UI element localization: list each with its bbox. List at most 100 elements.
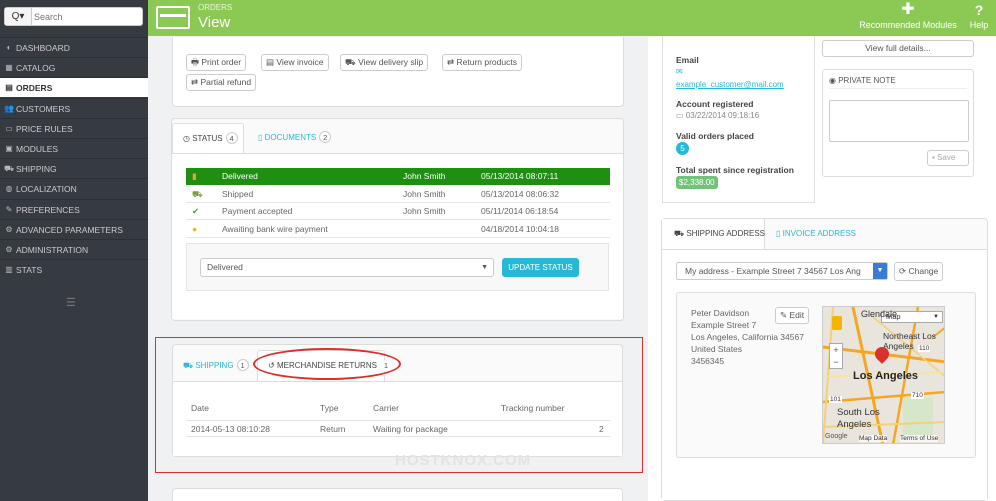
tab-invoice-address[interactable]: ▯ INVOICE ADDRESS [776,219,856,249]
print-order-button[interactable]: 🖶 Print order [186,54,247,71]
google-logo: Google [825,433,848,440]
update-status-button[interactable]: UPDATE STATUS [502,258,579,277]
sidebar-item-dashboard[interactable]: ◐ DASHBOARD [0,37,148,57]
sidebar-item-localization[interactable]: ◍ LOCALIZATION [0,178,148,198]
sidebar-item-orders[interactable]: ▤ ORDERS [0,77,148,98]
map-label-glendale: Glendale [861,309,898,319]
sidebar-item-label: PRICE RULES [16,123,73,134]
order-actions-panel: 🖶 Print order ▤ View invoice ⛟ View deli… [172,37,624,107]
address-select[interactable]: My address - Example Street 7 34567 Los … [676,262,888,280]
view-invoice-button[interactable]: ▤ View invoice [261,54,329,71]
edit-address-button[interactable]: ✎ Edit [775,307,810,324]
map-data-link[interactable]: Map Data [859,435,888,442]
chevron-down-icon: ▼ [481,264,488,271]
sidebar-item-modules[interactable]: ▣ MODULES [0,138,148,158]
top-header: ORDERS View ✚ Recommended Modules ? Help [148,0,996,36]
status-employee: John Smith [403,206,446,217]
collapse-menu-icon[interactable]: ☰ [66,296,76,309]
search-options-button[interactable]: Q▾ [5,8,32,25]
chevron-down-icon: ▼ [873,263,887,279]
table-row: ✔ Payment accepted John Smith 05/11/2014 06… [186,203,610,221]
sidebar-item-label: PREFERENCES [16,204,80,215]
address-phone: 3456345 [691,356,725,366]
sidebar-item-label: DASHBOARD [16,43,70,53]
partial-refund-button[interactable]: ⇄ Partial refund [186,74,257,91]
customers-icon: 👥 [4,103,14,113]
search-box: Q▾ [4,7,143,26]
shipping-icon: ⛟ [3,164,15,174]
status-name: Awaiting bank wire payment [222,224,328,235]
status-date: 04/18/2014 10:04:18 [481,224,559,235]
check-icon: ✔ [192,206,200,217]
sidebar-item-advanced-parameters[interactable]: ⚙ ADVANCED PARAMETERS [0,218,148,239]
sidebar-item-label: MODULES [16,144,59,154]
zoom-controls[interactable]: + − [829,343,843,369]
valid-orders-badge: 5 [676,142,689,155]
truck-icon: ⛟ [674,229,685,238]
total-spent-label: Total spent since registration [676,165,794,175]
view-full-details-button[interactable]: View full details... [822,40,974,57]
search-input[interactable] [34,8,142,25]
private-note-title: ◉ PRIVATE NOTE [829,76,896,85]
table-row: ● Awaiting bank wire payment 04/18/2014 10… [186,221,610,239]
modules-icon: ▣ [5,144,13,153]
tab-status[interactable]: ◷ STATUS 4 [172,123,244,154]
status-select[interactable]: Delivered ▼ [200,258,494,277]
envelope-icon: ✉ [676,67,683,76]
status-employee: John Smith [403,188,446,199]
sidebar-item-preferences[interactable]: ✎ PREFERENCES [0,198,148,219]
sidebar-item-administration[interactable]: ⚙ ADMINISTRATION [0,239,148,259]
map-terms-link[interactable]: Terms of Use [900,435,939,442]
truck-icon: ⛟ [192,188,203,199]
clock-icon: ◷ [183,134,190,143]
sidebar-item-price-rules[interactable]: ▭ PRICE RULES [0,117,148,138]
status-date: 05/13/2014 08:07:11 [481,171,559,181]
sidebar-item-label: ORDERS [16,83,53,94]
sidebar-item-customers[interactable]: 👥 CUSTOMERS [0,97,148,118]
orders-icon: ▤ [5,83,13,93]
sidebar-item-stats[interactable]: ▥ STATS [0,259,148,279]
registered-label: Account registered [676,99,754,109]
registered-value: 03/22/2014 09:18:16 [685,111,760,120]
map-shield-710: 710 [911,392,924,399]
sidebar-item-label: ADMINISTRATION [16,245,89,255]
valid-orders-label: Valid orders placed [676,131,754,141]
help-label: Help [969,20,989,30]
tab-documents[interactable]: ▯ DOCUMENTS 2 [258,123,332,153]
map-shield-110: 110 [918,345,931,352]
change-address-button[interactable]: ⟳ Change [894,262,944,281]
recommended-modules-label: Recommended Modules [859,20,957,30]
return-products-button[interactable]: ⇄ Return products [442,54,522,71]
address-city: Los Angeles, California 34567 [691,332,804,342]
save-note-button[interactable]: ▪ Save [927,150,969,166]
map-label-northeast: Northeast Los Angeles [883,331,936,351]
breadcrumb[interactable]: ORDERS [198,3,232,12]
total-spent-badge: $2,338.00 [676,176,718,189]
sidebar-item-label: ADVANCED PARAMETERS [16,224,123,235]
customer-panel: Email ✉ example_customer@mail.com Accoun… [662,36,815,203]
private-note-textarea[interactable] [829,100,969,142]
file-icon: ▯ [776,229,781,238]
help-button[interactable]: ? Help [964,0,994,36]
table-row: ▮ Delivered John Smith 05/13/2014 08:07:11 [186,168,610,185]
map-label-south: South Los Angeles [837,407,880,430]
wrench-icon: ✎ [5,204,13,214]
bar-chart-icon: ▥ [5,265,13,275]
recommended-modules-button[interactable]: ✚ Recommended Modules [852,0,964,36]
email-link[interactable]: example_customer@mail.com [676,80,784,89]
globe-icon: ◍ [5,184,13,194]
sidebar-item-catalog[interactable]: ▦ CATALOG [0,57,148,77]
address-map[interactable]: + − Map ▼ Glendale Northeast Los Angeles L… [822,306,945,444]
view-delivery-slip-button[interactable]: ⛟ View delivery slip [340,54,429,71]
calendar-icon: ▭ [676,111,684,120]
status-name: Delivered [222,171,258,181]
map-label-los-angeles: Los Angeles [853,370,918,382]
puzzle-icon: ✚ [901,1,915,18]
sidebar-item-label: CUSTOMERS [16,103,71,114]
sidebar-item-shipping[interactable]: ⛟ SHIPPING [0,158,148,178]
status-name: Shipped [222,188,254,199]
watermark: HOSTKNOX.COM [395,452,532,469]
pegman-icon[interactable] [832,316,842,330]
tab-shipping-address[interactable]: ⛟ SHIPPING ADDRESS [662,219,765,249]
cogs-icon: ⚙ [5,224,13,234]
